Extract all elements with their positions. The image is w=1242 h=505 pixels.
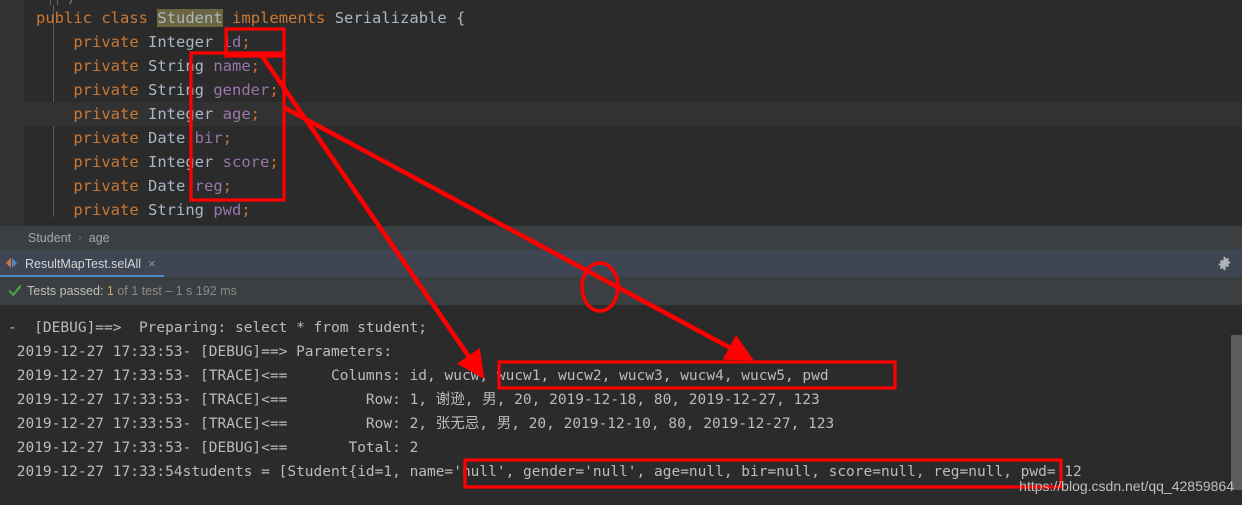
close-icon[interactable]: × <box>148 257 156 270</box>
code-token: Integer <box>148 105 214 123</box>
breadcrumb-member[interactable]: age <box>89 231 110 245</box>
code-token: gender <box>213 81 270 99</box>
code-token: bir <box>194 129 223 147</box>
code-token: private <box>73 57 139 75</box>
code-token: class <box>101 9 149 27</box>
console-line: 2019-12-27 17:33:54students = [Student{i… <box>8 464 1082 480</box>
watermark: https://blog.csdn.net/qq_42859864 <box>1019 478 1234 494</box>
code-line[interactable]: private String name; <box>36 54 260 78</box>
code-token: String <box>148 81 204 99</box>
code-token: ; <box>241 201 251 219</box>
code-line[interactable]: private Date reg; <box>36 174 232 198</box>
code-token: Student <box>157 9 223 27</box>
code-token: ; <box>241 33 251 51</box>
code-token: private <box>73 129 139 147</box>
code-token: Serializable <box>334 9 447 27</box>
tab-label: ResultMapTest.selAll <box>25 256 142 271</box>
console-line: 2019-12-27 17:33:53- [DEBUG]==> Paramete… <box>8 344 393 360</box>
fold-bracket-icon[interactable] <box>50 0 58 5</box>
status-prefix: Tests passed: <box>27 284 107 298</box>
code-token: Integer <box>148 33 214 51</box>
breadcrumb-separator-icon: › <box>78 232 82 244</box>
code-token: implements <box>232 9 326 27</box>
code-token: ; <box>250 105 261 123</box>
code-token: public <box>36 9 92 27</box>
green-check-icon <box>8 284 22 298</box>
code-token: String <box>148 57 204 75</box>
code-token: ; <box>222 129 233 147</box>
console-line: 2019-12-27 17:33:53- [TRACE]<== Row: 1, … <box>8 392 820 408</box>
code-token: ; <box>269 153 279 171</box>
code-token: name <box>213 57 251 75</box>
code-token: private <box>73 105 139 123</box>
console-output[interactable]: - [DEBUG]==> Preparing: select * from st… <box>0 305 1242 505</box>
test-status-strip: Tests passed: 1 of 1 test – 1 s 192 ms <box>0 277 1242 305</box>
status-count: 1 <box>106 284 114 298</box>
code-line[interactable]: private String pwd; <box>36 198 251 222</box>
code-line[interactable]: private Integer age; <box>36 102 260 126</box>
code-token: id <box>222 33 242 51</box>
test-tool-tabbar: ResultMapTest.selAll × <box>0 250 1242 277</box>
run-test-icon <box>6 257 19 270</box>
code-token: private <box>73 177 139 195</box>
ide-screenshot: */ public class Student implements Seria… <box>0 0 1242 505</box>
console-line: 2019-12-27 17:33:53- [TRACE]<== Row: 2, … <box>8 416 835 432</box>
code-token: ; <box>250 57 261 75</box>
code-line[interactable]: public class Student implements Serializ… <box>36 6 465 30</box>
code-token: Integer <box>148 153 214 171</box>
tab-resultmaptest-selall[interactable]: ResultMapTest.selAll × <box>0 250 164 277</box>
gear-icon[interactable] <box>1217 256 1232 271</box>
code-token: ; <box>222 177 233 195</box>
code-editor[interactable]: */ public class Student implements Seria… <box>0 0 1242 226</box>
code-token: private <box>73 81 139 99</box>
status-suffix: of 1 test – 1 s 192 ms <box>113 284 237 298</box>
console-line: 2019-12-27 17:33:53- [TRACE]<== Columns:… <box>8 368 829 384</box>
test-status-text: Tests passed: 1 of 1 test – 1 s 192 ms <box>27 284 237 298</box>
code-line[interactable]: private Integer id; <box>36 30 251 54</box>
code-token: String <box>148 201 204 219</box>
console-line: 2019-12-27 17:33:53- [DEBUG]<== Total: 2 <box>8 440 419 456</box>
code-token: score <box>222 153 270 171</box>
breadcrumb[interactable]: Student › age <box>0 226 1242 250</box>
code-line[interactable]: private Date bir; <box>36 126 232 150</box>
code-line[interactable]: private String gender; <box>36 78 279 102</box>
code-token: pwd <box>213 201 242 219</box>
code-token: { <box>446 9 466 27</box>
code-token: private <box>73 201 139 219</box>
code-token: Date <box>148 129 186 147</box>
console-scrollbar[interactable] <box>1231 335 1242 490</box>
breadcrumb-class[interactable]: Student <box>28 231 71 245</box>
code-token: private <box>73 153 139 171</box>
console-line: - [DEBUG]==> Preparing: select * from st… <box>8 320 428 336</box>
code-token: Date <box>148 177 186 195</box>
code-token: private <box>73 33 139 51</box>
code-token: age <box>222 105 251 123</box>
code-line[interactable]: private Integer score; <box>36 150 279 174</box>
code-token: reg <box>194 177 223 195</box>
code-token: ; <box>269 81 279 99</box>
